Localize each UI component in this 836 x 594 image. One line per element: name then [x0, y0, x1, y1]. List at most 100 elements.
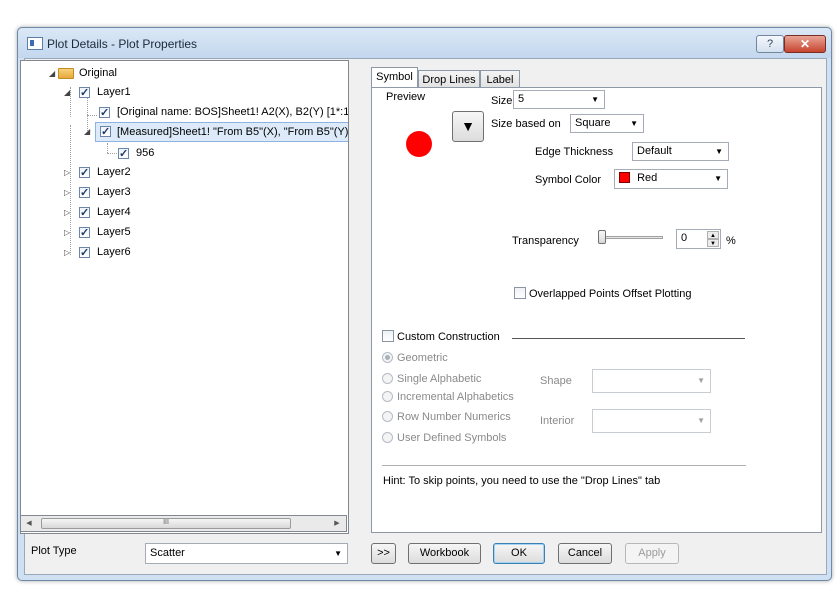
dropdown-arrow-icon: ▼ — [591, 95, 599, 104]
radio-incremental-alphabetics[interactable] — [382, 391, 393, 402]
tree-node-layer1[interactable]: ◢ Layer1 — [21, 83, 348, 102]
size-combobox[interactable]: 5 ▼ — [513, 90, 605, 109]
tab-label[interactable]: Label — [480, 70, 520, 88]
transparency-spinbox[interactable]: 0 ▲ ▼ — [676, 229, 721, 249]
tab-symbol[interactable]: Symbol — [371, 67, 418, 88]
symbol-color-value: Red — [637, 172, 658, 184]
collapse-arrow-icon[interactable]: ▷ — [64, 244, 70, 262]
plot-tree[interactable]: ◢ Original ◢ Layer1 [Original name: BOS]… — [20, 60, 349, 534]
tree-node-layer4[interactable]: ▷ Layer4 — [21, 203, 348, 222]
collapse-arrow-icon[interactable]: ▷ — [64, 164, 70, 182]
tab-drop-lines[interactable]: Drop Lines — [418, 70, 480, 88]
symbol-color-dropdown[interactable]: Red ▼ — [614, 169, 728, 189]
expand-arrow-icon[interactable]: ◢ — [49, 65, 55, 83]
spin-down-icon[interactable]: ▼ — [707, 239, 719, 247]
dropdown-arrow-icon: ▼ — [630, 119, 638, 128]
triangle-down-icon: ▼ — [461, 118, 475, 134]
tree-node-layer5[interactable]: ▷ Layer5 — [21, 223, 348, 242]
hint-text: Hint: To skip points, you need to use th… — [383, 475, 661, 487]
tree-label-layer3: Layer3 — [97, 186, 131, 198]
scroll-left-icon[interactable]: ◀ — [24, 518, 34, 529]
size-based-on-label: Size based on — [491, 118, 561, 130]
dropdown-arrow-icon: ▼ — [697, 416, 705, 425]
radio-user-defined-symbols[interactable] — [382, 432, 393, 443]
edge-thickness-value: Default — [637, 145, 672, 157]
folder-icon — [58, 68, 74, 79]
collapse-arrow-icon[interactable]: ▷ — [64, 204, 70, 222]
tree-node-layer6[interactable]: ▷ Layer6 — [21, 243, 348, 262]
radio-geometric[interactable] — [382, 352, 393, 363]
interior-dropdown[interactable]: ▼ — [592, 409, 711, 433]
cancel-button[interactable]: Cancel — [558, 543, 612, 564]
help-button[interactable]: ? — [756, 35, 784, 53]
checkbox-layer6[interactable] — [79, 244, 90, 262]
dropdown-arrow-icon: ▼ — [714, 174, 722, 183]
title-bar: Plot Details - Plot Properties ? ✕ — [18, 28, 831, 58]
tree-node-layer2[interactable]: ▷ Layer2 — [21, 163, 348, 182]
tree-label-original-data: [Original name: BOS]Sheet1! A2(X), B2(Y)… — [117, 106, 349, 118]
plot-type-dropdown[interactable]: Scatter ▼ — [145, 543, 348, 564]
transparency-value: 0 — [681, 232, 688, 244]
tree-node-original-data[interactable]: [Original name: BOS]Sheet1! A2(X), B2(Y)… — [21, 103, 349, 122]
expand-arrow-icon[interactable]: ◢ — [84, 123, 90, 141]
size-value: 5 — [518, 93, 525, 105]
tree-node-measured[interactable]: ◢ [Measured]Sheet1! "From B5"(X), "From … — [84, 122, 348, 142]
overlapped-points-label: Overlapped Points Offset Plotting — [529, 288, 692, 300]
shape-label: Shape — [540, 375, 572, 387]
transparency-label: Transparency — [512, 235, 579, 247]
symbol-color-label: Symbol Color — [535, 174, 602, 186]
window-title: Plot Details - Plot Properties — [47, 37, 198, 51]
tree-node-956[interactable]: 956 — [21, 144, 348, 163]
radio-label-single-alphabetic: Single Alphabetic — [397, 373, 482, 385]
close-button[interactable]: ✕ — [784, 35, 826, 53]
symbol-gallery-button[interactable]: ▼ — [452, 111, 484, 142]
scroll-thumb[interactable]: III — [41, 518, 291, 529]
tree-label-layer2: Layer2 — [97, 166, 131, 178]
transparency-slider-track[interactable] — [601, 236, 663, 239]
transparency-slider-thumb[interactable] — [598, 230, 606, 244]
plot-type-label: Plot Type — [31, 545, 77, 557]
spin-up-icon[interactable]: ▲ — [707, 231, 719, 239]
more-button[interactable]: >> — [371, 543, 396, 564]
checkbox-layer5[interactable] — [79, 224, 90, 242]
tree-horizontal-scrollbar[interactable]: ◀ III ▶ — [20, 515, 347, 532]
collapse-arrow-icon[interactable]: ▷ — [64, 184, 70, 202]
tree-label-layer4: Layer4 — [97, 206, 131, 218]
hint-divider — [382, 465, 746, 466]
checkbox-layer4[interactable] — [79, 204, 90, 222]
overlapped-points-checkbox[interactable] — [514, 287, 526, 299]
tree-node-layer3[interactable]: ▷ Layer3 — [21, 183, 348, 202]
tree-label-original: Original — [79, 67, 117, 79]
collapse-arrow-icon[interactable]: ▷ — [64, 224, 70, 242]
tree-label-layer6: Layer6 — [97, 246, 131, 258]
size-based-on-dropdown[interactable]: Square ▼ — [570, 114, 644, 133]
radio-single-alphabetic[interactable] — [382, 373, 393, 384]
workbook-button[interactable]: Workbook — [408, 543, 481, 564]
radio-row-number-numerics[interactable] — [382, 411, 393, 422]
radio-label-row-number-numerics: Row Number Numerics — [397, 411, 511, 423]
checkbox-layer2[interactable] — [79, 164, 90, 182]
preview-label: Preview — [386, 91, 426, 103]
app-icon — [27, 37, 43, 50]
tree-label-956: 956 — [136, 147, 155, 159]
checkbox-original-data[interactable] — [99, 104, 110, 122]
edge-thickness-dropdown[interactable]: Default ▼ — [632, 142, 729, 161]
interior-label: Interior — [540, 415, 575, 427]
apply-button[interactable]: Apply — [625, 543, 679, 564]
checkbox-956[interactable] — [118, 145, 129, 163]
shape-dropdown[interactable]: ▼ — [592, 369, 711, 393]
scroll-right-icon[interactable]: ▶ — [332, 518, 342, 529]
dropdown-arrow-icon: ▼ — [697, 376, 705, 385]
checkbox-layer3[interactable] — [79, 184, 90, 202]
tree-node-original[interactable]: ◢ Original — [21, 64, 348, 82]
expand-arrow-icon[interactable]: ◢ — [64, 84, 70, 102]
dropdown-arrow-icon: ▼ — [334, 549, 342, 558]
ok-button[interactable]: OK — [493, 543, 545, 564]
section-divider — [512, 338, 745, 339]
radio-label-incremental-alphabetics: Incremental Alphabetics — [397, 391, 514, 403]
checkbox-measured[interactable] — [100, 123, 111, 141]
size-label: Size — [491, 95, 513, 107]
custom-construction-checkbox[interactable] — [382, 330, 394, 342]
checkbox-layer1[interactable] — [79, 84, 90, 102]
edge-thickness-label: Edge Thickness — [535, 146, 614, 158]
